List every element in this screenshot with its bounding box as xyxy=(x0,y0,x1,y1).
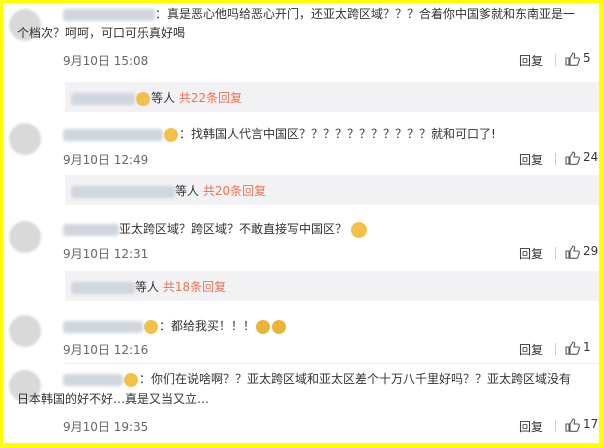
comment-text: ：都给我买！！！ xyxy=(63,317,287,335)
username[interactable] xyxy=(63,373,123,386)
like-button[interactable]: 1 xyxy=(565,340,591,355)
comment-time: 9月10日 12:31 xyxy=(63,247,149,261)
emoji-icon xyxy=(144,319,158,334)
username[interactable] xyxy=(63,8,155,21)
emoji-icon xyxy=(124,372,138,387)
thumbs-up-icon xyxy=(565,417,580,432)
money-face-emoji-icon xyxy=(256,319,271,334)
comment-time: 9月10日 12:16 xyxy=(63,343,149,357)
replies-summary[interactable]: 等人 共22条回复 xyxy=(65,82,599,112)
comment-time: 9月10日 19:35 xyxy=(63,420,149,434)
divider xyxy=(555,54,556,66)
username[interactable] xyxy=(63,320,143,333)
money-face-emoji-icon xyxy=(272,319,287,334)
username[interactable] xyxy=(63,128,163,141)
thumbs-up-icon xyxy=(565,340,580,355)
avatar[interactable] xyxy=(9,315,41,347)
avatar[interactable] xyxy=(9,221,41,253)
comment-item: ：找韩国人代言中国区？？？？？？？？？？？就和可口了! 9月10日 12:49 … xyxy=(3,117,599,177)
avatar[interactable] xyxy=(9,123,41,155)
comment-time: 9月10日 15:08 xyxy=(63,54,149,68)
like-count: 5 xyxy=(583,51,591,65)
like-button[interactable]: 24 xyxy=(565,150,598,165)
comment-item: ：真是恶心他吗给恶心开门，还亚太跨区域？？？合着你中国爹就和东南亚是一 个档次？… xyxy=(3,3,599,83)
smile-emoji-icon xyxy=(351,221,368,238)
comment-text: 亚太跨区域？跨区域？不敢直接写中国区？ xyxy=(63,220,368,238)
like-count: 1 xyxy=(583,340,591,354)
divider xyxy=(555,420,556,432)
like-button[interactable]: 17 xyxy=(565,417,598,432)
like-count: 29 xyxy=(583,244,599,258)
thumbs-up-icon xyxy=(565,150,580,165)
like-count: 17 xyxy=(583,417,599,431)
comment-item: ：你们在说啥啊？？亚太跨区域和亚太区差个十万八千里好吗？？亚太跨区域没有 日本韩… xyxy=(3,364,599,443)
comment-text-continued: 日本韩国的好不好…真是又当又立… xyxy=(17,392,210,406)
comment-text: ：真是恶心他吗给恶心开门，还亚太跨区域？？？合着你中国爹就和东南亚是一 xyxy=(63,5,575,23)
comment-text: ：找韩国人代言中国区？？？？？？？？？？？就和可口了! xyxy=(63,125,496,143)
comment-item: ：都给我买！！！ 9月10日 12:16 回复 1 xyxy=(3,307,599,361)
like-button[interactable]: 5 xyxy=(565,51,591,66)
comment-text: ：你们在说啥啊？？亚太跨区域和亚太区差个十万八千里好吗？？亚太跨区域没有 xyxy=(63,370,571,388)
comment-item: 亚太跨区域？跨区域？不敢直接写中国区？ 9月10日 12:31 回复 29 xyxy=(3,211,599,271)
divider xyxy=(555,247,556,259)
like-button[interactable]: 29 xyxy=(565,244,598,259)
reply-username xyxy=(71,281,135,294)
divider xyxy=(555,343,556,355)
replies-summary[interactable]: 等人 共20条回复 xyxy=(65,175,599,205)
replies-summary[interactable]: 等人 共18条回复 xyxy=(65,271,599,301)
reply-username xyxy=(71,185,175,198)
thumbs-up-icon xyxy=(565,244,580,259)
reply-count-link[interactable]: 共22条回复 xyxy=(179,91,242,105)
thumbs-up-icon xyxy=(565,51,580,66)
reply-username xyxy=(71,92,135,105)
comment-text-continued: 个档次？呵呵，可口可乐真好喝 xyxy=(17,26,186,40)
reply-count-link[interactable]: 共18条回复 xyxy=(163,280,226,294)
reply-button[interactable]: 回复 xyxy=(519,341,543,358)
reply-button[interactable]: 回复 xyxy=(519,151,543,168)
like-count: 24 xyxy=(583,150,599,164)
reply-button[interactable]: 回复 xyxy=(519,52,543,69)
reply-count-link[interactable]: 共20条回复 xyxy=(203,184,266,198)
divider xyxy=(555,153,556,165)
emoji-icon xyxy=(136,91,150,106)
emoji-icon xyxy=(164,127,178,142)
comment-feed: ：真是恶心他吗给恶心开门，还亚太跨区域？？？合着你中国爹就和东南亚是一 个档次？… xyxy=(3,3,599,443)
reply-button[interactable]: 回复 xyxy=(519,245,543,262)
username[interactable] xyxy=(63,223,119,236)
comment-time: 9月10日 12:49 xyxy=(63,153,149,167)
reply-button[interactable]: 回复 xyxy=(519,418,543,435)
